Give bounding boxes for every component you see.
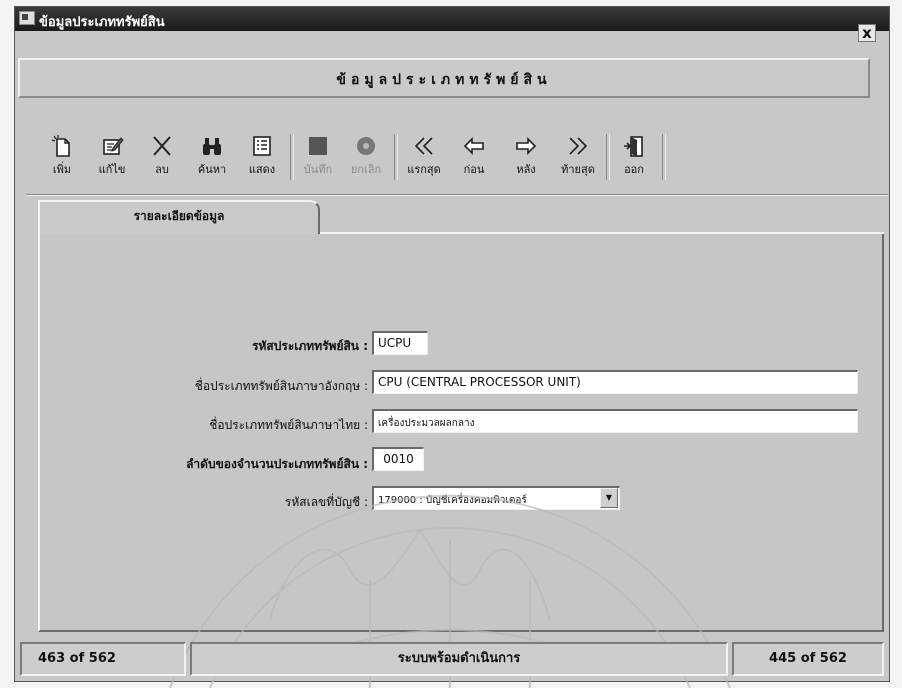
previous-button-label: ก่อน (463, 163, 485, 176)
tab-panel-border (320, 232, 884, 234)
edit-button-label: แก้ไข (98, 163, 126, 176)
asset-name-th-field[interactable]: เครื่องประมวลผลกลาง (372, 409, 858, 433)
asset-sequence-field[interactable]: 0010 (372, 447, 424, 471)
status-message: ระบบพร้อมดำเนินการ (190, 642, 728, 676)
asset-type-code-label: รหัสประเภททรัพย์สิน : (252, 339, 368, 353)
edit-button[interactable]: แก้ไข (90, 132, 134, 186)
search-button-label: ค้นหา (197, 163, 227, 176)
previous-arrow-icon (463, 137, 484, 155)
next-button-label: หลัง (516, 163, 536, 176)
first-arrow-icon (414, 137, 433, 155)
cancel-button[interactable]: ยกเลิก (344, 132, 388, 186)
exit-button-label: ออก (624, 163, 644, 176)
status-right-record: 445 of 562 (732, 642, 884, 676)
last-button[interactable]: ท้ายสุด (556, 132, 600, 186)
tab-details[interactable]: รายละเอียดข้อมูล (38, 200, 320, 234)
toolbar-divider (26, 194, 888, 196)
page-title: ข้อมูลประเภททรัพย์สิน (336, 72, 552, 88)
delete-x-icon (153, 136, 171, 156)
edit-icon (103, 137, 124, 155)
previous-button[interactable]: ก่อน (452, 132, 496, 186)
account-number-label: รหัสเลขที่บัญชี : (284, 495, 368, 509)
asset-name-en-label: ชื่อประเภททรัพย์สินภาษาอังกฤษ : (194, 379, 368, 393)
last-arrow-icon (569, 137, 588, 155)
app-icon (19, 11, 35, 25)
close-button[interactable]: x (858, 24, 876, 42)
binoculars-icon (203, 138, 221, 155)
add-button[interactable]: เพิ่ม (40, 132, 84, 186)
delete-button-label: ลบ (155, 163, 169, 176)
toolbar: เพิ่ม แก้ไข ลบ ค้นหา แสดง บันทึก ยกเลิก … (38, 132, 878, 188)
toolbar-separator (662, 134, 666, 180)
asset-name-en-field[interactable]: CPU (CENTRAL PROCESSOR UNIT) (372, 370, 858, 394)
next-arrow-icon (516, 137, 537, 155)
next-button[interactable]: หลัง (504, 132, 548, 186)
status-bar: 463 of 562 ระบบพร้อมดำเนินการ 445 of 562 (20, 638, 888, 682)
asset-name-th-label: ชื่อประเภททรัพย์สินภาษาไทย : (209, 418, 368, 432)
save-button[interactable]: บันทึก (296, 132, 340, 186)
header-panel: ข้อมูลประเภททรัพย์สิน (18, 58, 870, 98)
exit-door-icon (624, 136, 643, 157)
cancel-button-label: ยกเลิก (350, 163, 382, 176)
window-title: ข้อมูลประเภททรัพย์สิน (39, 15, 165, 30)
asset-type-code-field[interactable]: UCPU (372, 331, 428, 355)
title-bar[interactable]: ข้อมูลประเภททรัพย์สิน (15, 7, 889, 31)
account-number-select[interactable]: 179000 : บัญชีเครื่องคอมพิวเตอร์ (372, 486, 620, 510)
show-button-label: แสดง (248, 163, 276, 176)
cancel-circle-icon (357, 137, 375, 155)
search-button[interactable]: ค้นหา (190, 132, 234, 186)
chevron-down-icon[interactable]: ▼ (600, 488, 618, 508)
delete-button[interactable]: ลบ (140, 132, 184, 186)
new-document-icon (51, 135, 70, 157)
status-left-record: 463 of 562 (20, 642, 186, 676)
add-button-label: เพิ่ม (52, 163, 72, 176)
show-button[interactable]: แสดง (240, 132, 284, 186)
first-button-label: แรกสุด (407, 163, 441, 176)
asset-sequence-label: ลำดับของจำนวนประเภททรัพย์สิน : (186, 457, 368, 471)
list-view-icon (253, 136, 271, 156)
last-button-label: ท้ายสุด (561, 163, 595, 176)
first-button[interactable]: แรกสุด (402, 132, 446, 186)
exit-button[interactable]: ออก (612, 132, 656, 186)
save-square-icon (309, 137, 327, 155)
